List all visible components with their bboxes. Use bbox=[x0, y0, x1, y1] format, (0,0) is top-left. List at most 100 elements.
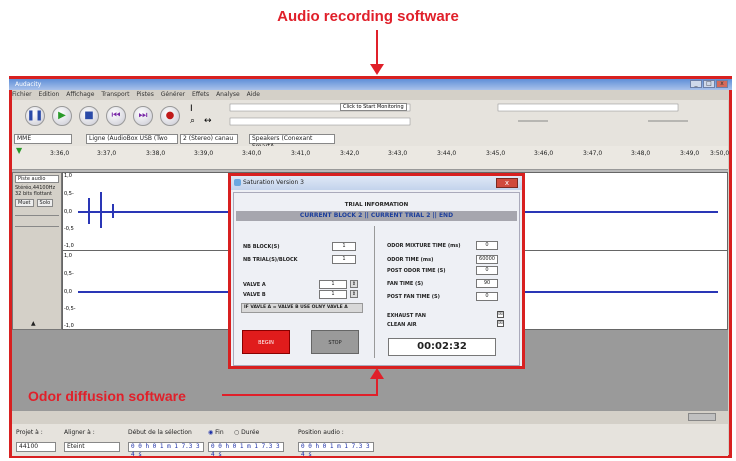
exhaust-fan-checkbox[interactable]: ☒ bbox=[497, 311, 504, 318]
zoom-tool-icon[interactable]: ⌕ bbox=[190, 116, 195, 126]
odor-mixture-input[interactable]: 0 bbox=[476, 241, 498, 250]
play-button[interactable]: ▶ bbox=[52, 106, 72, 126]
nb-trial-label: NB TRIAL(S)/BLOCK bbox=[243, 257, 298, 263]
project-rate-label: Projet à : bbox=[16, 429, 43, 436]
input-device-select[interactable]: Ligne (AudioBox USB (Two bbox=[86, 134, 178, 144]
meter-graphics bbox=[229, 103, 688, 126]
post-odor-input[interactable]: 0 bbox=[476, 266, 498, 275]
menu-effets[interactable]: Effets bbox=[192, 91, 209, 98]
track-name-menu[interactable]: Piste audio bbox=[15, 175, 59, 183]
menu-fichier[interactable]: Fichier bbox=[12, 91, 32, 98]
timeline-tick: 3:46,0 bbox=[534, 150, 554, 157]
nb-trial-input[interactable]: 1 bbox=[332, 255, 356, 264]
timeline-tick: 3:39,0 bbox=[194, 150, 214, 157]
y-tick: 0,5- bbox=[64, 191, 74, 197]
waveform-spike bbox=[100, 192, 102, 228]
y-tick: -0,5 bbox=[64, 226, 74, 232]
annotation-arrow-bottom-line bbox=[222, 394, 378, 396]
trial-info-title: TRIAL INFORMATION bbox=[344, 202, 409, 208]
gain-slider[interactable] bbox=[15, 215, 59, 216]
valve-a-input[interactable]: 1 bbox=[319, 280, 347, 289]
menu-pistes[interactable]: Pistes bbox=[136, 91, 153, 98]
begin-button[interactable]: BEGIN bbox=[242, 330, 290, 354]
timeline-tick: 3:45,0 bbox=[486, 150, 506, 157]
menu-affichage[interactable]: Affichage bbox=[66, 91, 94, 98]
timeline-tick: 3:42,0 bbox=[340, 150, 360, 157]
start-monitoring-button[interactable]: Click to Start Monitoring bbox=[340, 103, 407, 111]
pause-button[interactable]: ❚❚ bbox=[25, 106, 45, 126]
timeline-tick: 3:41,0 bbox=[291, 150, 311, 157]
annotation-bottom-label: Odor diffusion software bbox=[28, 388, 186, 404]
selection-start-field[interactable]: 0 0 h 0 1 m 1 7.3 3 4 s bbox=[128, 442, 204, 458]
meter-toolbar bbox=[218, 102, 723, 130]
valve-b-spinner[interactable]: ⇕ bbox=[350, 290, 358, 298]
odor-time-input[interactable]: 60000 bbox=[476, 255, 498, 264]
clean-air-checkbox[interactable]: ☒ bbox=[497, 320, 504, 327]
y-tick: 0,0 bbox=[64, 289, 72, 295]
menu-aide[interactable]: Aide bbox=[247, 91, 260, 98]
valve-b-input[interactable]: 1 bbox=[319, 290, 347, 299]
trial-status-banner: CURRENT BLOCK 2 || CURRENT TRIAL 2 || EN… bbox=[236, 211, 517, 221]
fan-time-label: FAN TIME (S) bbox=[387, 281, 424, 287]
menu-transport[interactable]: Transport bbox=[101, 91, 129, 98]
valve-b-label: VALVE B bbox=[243, 292, 266, 298]
odor-mixture-label: ODOR MIXTURE TIME (ms) bbox=[387, 243, 461, 249]
host-select[interactable]: MME bbox=[14, 134, 72, 144]
timeline-tick: 3:44,0 bbox=[437, 150, 457, 157]
post-fan-label: POST FAN TIME (S) bbox=[387, 294, 440, 300]
timeline-tick: 3:38,0 bbox=[146, 150, 166, 157]
dialog-titlebar: Saturation Version 3 bbox=[231, 176, 522, 190]
snap-select[interactable]: Eteint bbox=[64, 442, 120, 452]
menu-generer[interactable]: Générer bbox=[161, 91, 185, 98]
scrollbar-thumb[interactable] bbox=[688, 413, 716, 421]
close-button[interactable]: x bbox=[716, 80, 728, 88]
menu-analyse[interactable]: Analyse bbox=[216, 91, 240, 98]
collapse-track-icon[interactable]: ▲ bbox=[31, 320, 36, 327]
fan-time-input[interactable]: 90 bbox=[476, 279, 498, 288]
post-fan-input[interactable]: 0 bbox=[476, 292, 498, 301]
skip-end-button[interactable]: ⏭ bbox=[133, 106, 153, 126]
valve-a-spinner[interactable]: ⇕ bbox=[350, 280, 358, 288]
y-tick: 1,0 bbox=[64, 173, 72, 179]
selection-end-field[interactable]: 0 0 h 0 1 m 1 7.3 3 4 s bbox=[208, 442, 284, 458]
track-format: 32 bits flottant bbox=[15, 191, 52, 197]
mute-button[interactable]: Muet bbox=[15, 199, 34, 207]
duration-radio[interactable]: ○ Durée bbox=[234, 429, 259, 436]
project-rate-select[interactable]: 44100 bbox=[16, 442, 56, 452]
pan-slider[interactable] bbox=[15, 226, 59, 227]
channels-select[interactable]: 2 (Stereo) canau bbox=[180, 134, 238, 144]
horizontal-scrollbar[interactable] bbox=[12, 410, 728, 424]
duration-radio-label: Durée bbox=[241, 429, 260, 436]
audio-position-field[interactable]: 0 0 h 0 1 m 1 7.3 3 4 s bbox=[298, 442, 374, 458]
audio-position-label: Position audio : bbox=[298, 429, 344, 436]
dialog-close-button[interactable]: x bbox=[496, 178, 518, 188]
menu-edition[interactable]: Edition bbox=[39, 91, 60, 98]
end-radio[interactable]: ◉ Fin bbox=[208, 429, 224, 436]
stop-button[interactable]: STOP bbox=[311, 330, 359, 354]
timeline-tick: 3:49,0 bbox=[680, 150, 700, 157]
output-device-select[interactable]: Speakers (Conexant SmartA bbox=[249, 134, 335, 150]
stop-transport-button[interactable]: ■ bbox=[79, 106, 99, 126]
play-at-speed-icon[interactable]: ▼ bbox=[16, 146, 22, 155]
timeline-tick: 3:37,0 bbox=[97, 150, 117, 157]
timeshift-tool-icon[interactable]: ↔ bbox=[204, 116, 212, 126]
solo-button[interactable]: Solo bbox=[36, 199, 54, 207]
skip-start-button[interactable]: ⏮ bbox=[106, 106, 126, 126]
nb-block-input[interactable]: 1 bbox=[332, 242, 356, 251]
odor-time-label: ODOR TIME (ms) bbox=[387, 257, 434, 263]
annotation-arrow-bottom bbox=[376, 374, 378, 396]
selection-tool-icon[interactable]: I bbox=[190, 104, 193, 114]
minimize-button[interactable]: _ bbox=[690, 80, 702, 88]
y-tick: 0,5- bbox=[64, 271, 74, 277]
device-toolbar: MME Ligne (AudioBox USB (Two 2 (Stereo) … bbox=[12, 132, 728, 150]
valve-note: IF VAVLE A = VALVE B USE OLNY VAVLE A bbox=[241, 303, 363, 313]
timeline-tick: 3:43,0 bbox=[388, 150, 408, 157]
record-button[interactable]: ● bbox=[160, 106, 180, 126]
valve-a-label: VALVE A bbox=[243, 282, 266, 288]
annotation-arrow-top-head bbox=[370, 64, 384, 75]
maximize-button[interactable]: □ bbox=[703, 80, 715, 88]
selection-start-label: Début de la sélection bbox=[128, 429, 192, 436]
timeline-tick: 3:47,0 bbox=[583, 150, 603, 157]
exhaust-fan-label: EXHAUST FAN bbox=[387, 313, 426, 319]
timeline-ruler[interactable]: ▼ 3:36,0 3:37,0 3:38,0 3:39,0 3:40,0 3:4… bbox=[12, 146, 729, 170]
